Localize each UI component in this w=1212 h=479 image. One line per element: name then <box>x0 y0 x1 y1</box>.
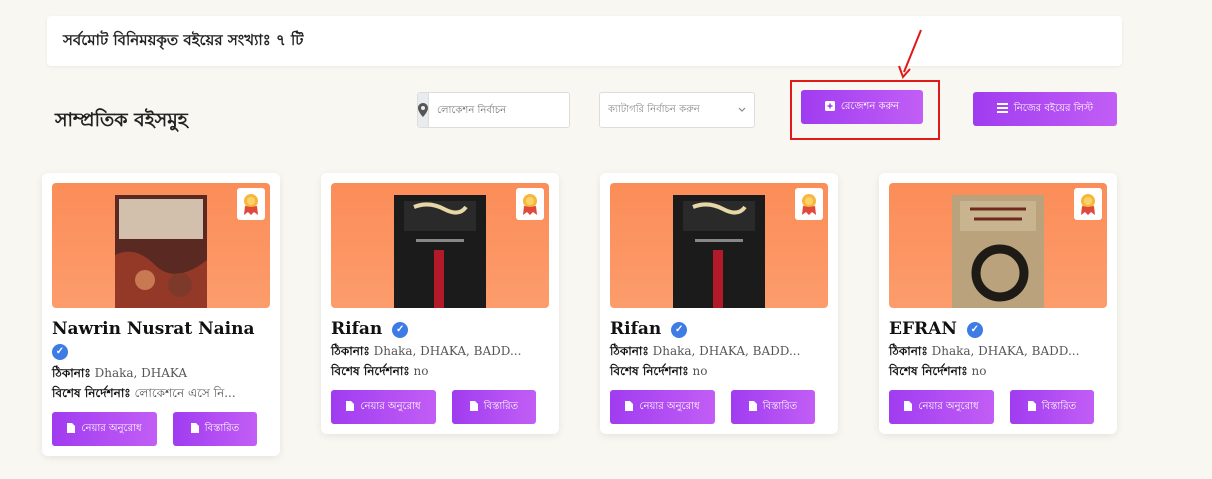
special-note-label: বিশেষ নির্দেশনাঃ <box>610 364 689 378</box>
address-label: ঠিকানাঃ <box>52 366 91 380</box>
address-label: ঠিকানাঃ <box>889 344 928 358</box>
my-books-list-button[interactable]: নিজের বইয়ের লিস্ট <box>973 92 1117 126</box>
address-line: ঠিকানাঃ Dhaka, DHAKA, BADD... <box>331 343 549 360</box>
special-note-value: no <box>413 364 429 378</box>
details-button[interactable]: বিস্তারিত <box>1010 390 1094 424</box>
address-value: Dhaka, DHAKA, BADD... <box>652 344 801 358</box>
verified-icon: ✓ <box>671 321 688 338</box>
card-image-header <box>331 183 549 308</box>
card-actions: নেয়ার অনুরোধ বিস্তারিত <box>610 390 828 424</box>
annotation-arrow-icon <box>898 29 922 79</box>
special-note-label: বিশেষ নির্দেশনাঃ <box>331 364 410 378</box>
category-select-value: ক্যাটাগরি নির্বাচন করুন <box>608 103 700 115</box>
special-note-line: বিশেষ নির্দেশনাঃ no <box>610 363 828 380</box>
card-actions: নেয়ার অনুরোধ বিস্তারিত <box>331 390 549 424</box>
plus-square-icon <box>824 100 835 114</box>
card-image-header <box>889 183 1107 308</box>
verified-icon: ✓ <box>966 321 983 338</box>
owner-name-text: EFRAN <box>889 319 957 339</box>
address-value: Dhaka, DHAKA, BADD... <box>373 344 522 358</box>
book-cover[interactable] <box>394 195 486 308</box>
document-icon <box>67 422 76 436</box>
section-title: সাম্প্রতিক বইসমুহ <box>55 109 188 131</box>
special-note-value: no <box>971 364 987 378</box>
request-book-label: নেয়ার অনুরোধ <box>639 400 700 412</box>
award-badge-icon <box>1074 188 1102 220</box>
category-select[interactable]: ক্যাটাগরি নির্বাচন করুন <box>599 92 755 128</box>
request-book-label: নেয়ার অনুরোধ <box>918 400 979 412</box>
award-badge-icon <box>516 188 544 220</box>
details-label: বিস্তারিত <box>1041 400 1077 412</box>
special-note-line: বিশেষ নির্দেশনাঃ no <box>889 363 1107 380</box>
request-book-button[interactable]: নেয়ার অনুরোধ <box>52 412 157 446</box>
details-button[interactable]: বিস্তারিত <box>731 390 815 424</box>
owner-name: EFRAN ✓ <box>889 318 1107 340</box>
details-label: বিস্তারিত <box>483 400 519 412</box>
card-actions: নেয়ার অনুরোধ বিস্তারিত <box>52 412 270 446</box>
details-label: বিস্তারিত <box>762 400 798 412</box>
summary-text: সর্বমোট বিনিময়কৃত বইয়ের সংখ্যাঃ ৭ টি <box>63 30 304 49</box>
document-icon <box>190 422 199 436</box>
document-icon <box>625 400 634 414</box>
request-book-label: নেয়ার অনুরোধ <box>81 422 142 434</box>
document-icon <box>469 400 478 414</box>
location-input[interactable] <box>429 93 569 127</box>
award-badge-icon <box>795 188 823 220</box>
book-card: Rifan ✓ ঠিকানাঃ Dhaka, DHAKA, BADD... বি… <box>321 173 559 434</box>
list-icon <box>996 102 1008 116</box>
details-button[interactable]: বিস্তারিত <box>173 412 257 446</box>
document-icon <box>904 400 913 414</box>
book-card: Nawrin Nusrat Naina ✓ ঠিকানাঃ Dhaka, DHA… <box>42 173 280 456</box>
owner-name: Nawrin Nusrat Naina ✓ <box>52 318 270 362</box>
address-value: Dhaka, DHAKA <box>94 366 188 380</box>
verified-icon: ✓ <box>392 321 409 338</box>
my-books-list-label: নিজের বইয়ের লিস্ট <box>1013 102 1094 114</box>
address-value: Dhaka, DHAKA, BADD... <box>931 344 1080 358</box>
document-icon <box>346 400 355 414</box>
special-note-label: বিশেষ নির্দেশনাঃ <box>52 386 131 400</box>
address-line: ঠিকানাঃ Dhaka, DHAKA, BADD... <box>610 343 828 360</box>
exchanged-books-summary: সর্বমোট বিনিময়কৃত বইয়ের সংখ্যাঃ ৭ টি <box>47 16 1122 66</box>
request-book-button[interactable]: নেয়ার অনুরোধ <box>610 390 715 424</box>
special-note-line: বিশেষ নির্দেশনাঃ লোকেশনে এসে নি... <box>52 385 270 402</box>
details-label: বিস্তারিত <box>204 422 240 434</box>
request-book-label: নেয়ার অনুরোধ <box>360 400 421 412</box>
owner-name-text: Nawrin Nusrat Naina <box>52 319 255 339</box>
address-line: ঠিকানাঃ Dhaka, DHAKA, BADD... <box>889 343 1107 360</box>
card-actions: নেয়ার অনুরোধ বিস্তারিত <box>889 390 1107 424</box>
book-cover[interactable] <box>952 195 1044 308</box>
chevron-down-icon <box>738 105 746 116</box>
special-note-line: বিশেষ নির্দেশনাঃ no <box>331 363 549 380</box>
special-note-value: no <box>692 364 708 378</box>
add-book-button[interactable]: রেজেশন করুন <box>801 90 923 124</box>
address-line: ঠিকানাঃ Dhaka, DHAKA <box>52 365 270 382</box>
address-label: ঠিকানাঃ <box>610 344 649 358</box>
owner-name: Rifan ✓ <box>610 318 828 340</box>
map-pin-icon <box>418 93 429 127</box>
card-image-header <box>52 183 270 308</box>
address-label: ঠিকানাঃ <box>331 344 370 358</box>
special-note-value: লোকেশনে এসে নি... <box>134 386 236 400</box>
document-icon <box>1027 400 1036 414</box>
verified-icon: ✓ <box>52 343 68 360</box>
location-filter[interactable] <box>417 92 570 128</box>
details-button[interactable]: বিস্তারিত <box>452 390 536 424</box>
special-note-label: বিশেষ নির্দেশনাঃ <box>889 364 968 378</box>
book-card: Rifan ✓ ঠিকানাঃ Dhaka, DHAKA, BADD... বি… <box>600 173 838 434</box>
owner-name-text: Rifan <box>331 319 383 339</box>
card-image-header <box>610 183 828 308</box>
add-book-label: রেজেশন করুন <box>840 100 900 112</box>
document-icon <box>748 400 757 414</box>
award-badge-icon <box>237 188 265 220</box>
request-book-button[interactable]: নেয়ার অনুরোধ <box>331 390 436 424</box>
request-book-button[interactable]: নেয়ার অনুরোধ <box>889 390 994 424</box>
owner-name-text: Rifan <box>610 319 662 339</box>
owner-name: Rifan ✓ <box>331 318 549 340</box>
book-cover[interactable] <box>115 195 207 308</box>
book-card: EFRAN ✓ ঠিকানাঃ Dhaka, DHAKA, BADD... বি… <box>879 173 1117 434</box>
book-cover[interactable] <box>673 195 765 308</box>
